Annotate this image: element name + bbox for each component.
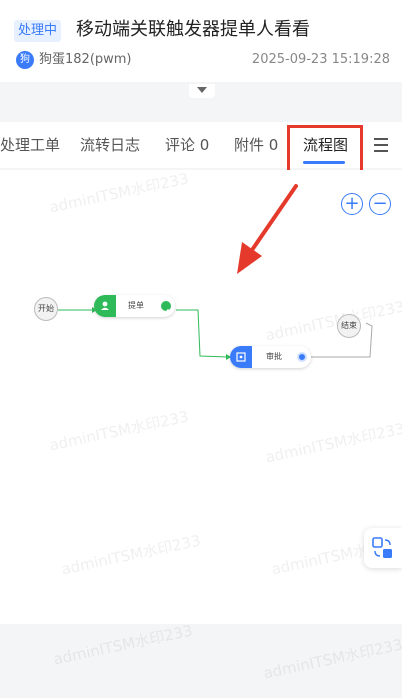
user-icon: [94, 295, 116, 317]
annotation-arrow: [250, 184, 298, 252]
flow-node-approve[interactable]: 审批: [230, 346, 311, 368]
bottom-area: adminITSM水印233 adminITSM水印233: [0, 621, 402, 698]
translate-icon: [372, 537, 392, 558]
flow-node-submit[interactable]: 提单: [94, 295, 175, 317]
tab-comments[interactable]: 评论 0: [165, 122, 209, 168]
flow-end-node[interactable]: 结束: [337, 314, 361, 338]
translate-button[interactable]: [364, 528, 402, 568]
author-name: 狗蛋182(pwm): [39, 52, 132, 67]
watermark: adminITSM水印233: [261, 635, 402, 683]
created-datetime: 2025-09-23 15:19:28: [251, 52, 390, 67]
check-icon: [161, 301, 171, 314]
flow-connectors: [58, 184, 373, 360]
status-badge: 处理中: [14, 20, 62, 42]
approval-icon: [230, 346, 252, 368]
flow-start-node[interactable]: 开始: [34, 297, 58, 321]
ticket-header: 处理中 移动端关联触发器提单人看看 狗 狗蛋182(pwm) 2025-09-2…: [0, 0, 402, 82]
flowchart-canvas[interactable]: adminITSM水印233 adminITSM水印233 adminITSM水…: [0, 170, 402, 624]
chevron-down-icon: [197, 87, 207, 93]
connector-submit-to-approve: [176, 309, 229, 358]
menu-icon[interactable]: [372, 134, 390, 154]
expand-header-button[interactable]: [189, 84, 215, 98]
flow-node-label: 提单: [128, 301, 144, 310]
avatar: 狗: [16, 51, 34, 69]
watermark: adminITSM水印233: [51, 621, 195, 669]
tab-flow-log[interactable]: 流转日志: [80, 122, 140, 168]
in-progress-icon: [297, 352, 307, 362]
annotation-arrowhead: [237, 242, 262, 274]
flow-node-label: 审批: [266, 352, 282, 361]
annotation-highlight-box: [287, 125, 363, 173]
tab-handle-ticket[interactable]: 处理工单: [0, 122, 60, 168]
ticket-title: 移动端关联触发器提单人看看: [76, 19, 310, 40]
tab-attachments[interactable]: 附件 0: [234, 122, 278, 168]
